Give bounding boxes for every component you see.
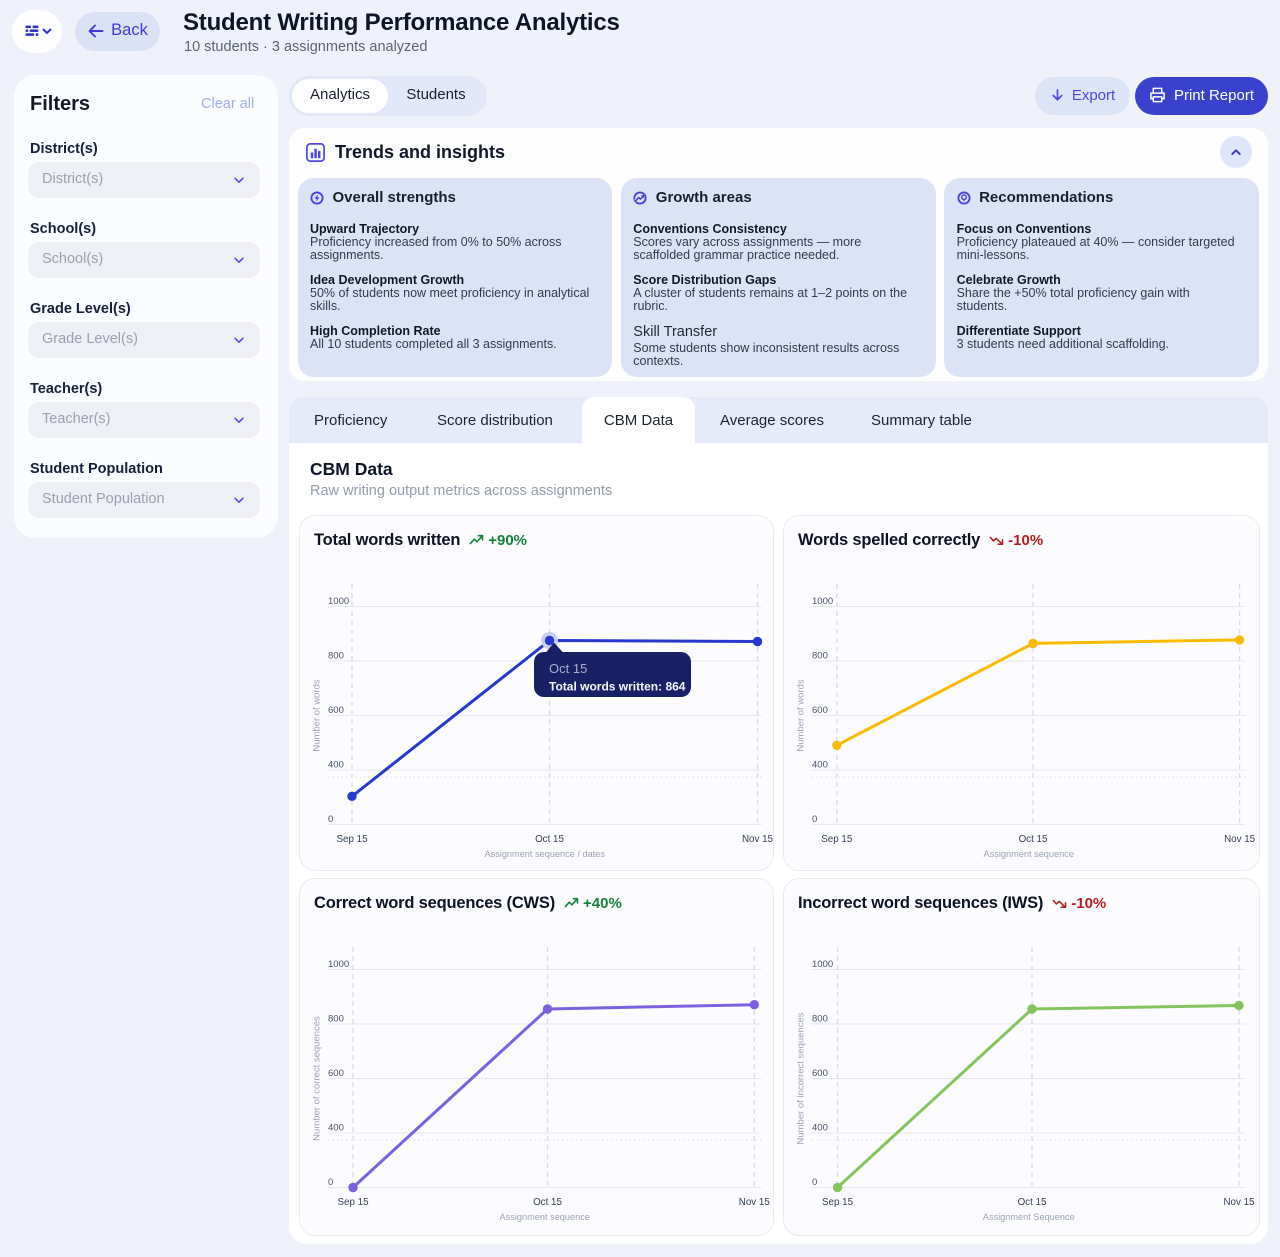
svg-text:0: 0	[328, 1177, 333, 1188]
svg-text:Assignment sequence: Assignment sequence	[984, 849, 1074, 859]
svg-text:Nov 15: Nov 15	[739, 1197, 771, 1208]
svg-text:400: 400	[812, 1123, 828, 1134]
svg-text:Assignment sequence / dates: Assignment sequence / dates	[484, 849, 605, 859]
svg-text:Assignment sequence: Assignment sequence	[500, 1212, 590, 1222]
svg-text:800: 800	[812, 651, 828, 662]
svg-text:600: 600	[812, 1068, 828, 1079]
svg-text:Oct 15: Oct 15	[1018, 1197, 1047, 1208]
svg-text:1000: 1000	[812, 596, 833, 607]
svg-text:600: 600	[328, 705, 344, 716]
svg-text:600: 600	[328, 1068, 344, 1079]
svg-text:Oct 15: Oct 15	[535, 834, 564, 845]
svg-text:1000: 1000	[812, 959, 833, 970]
svg-text:800: 800	[328, 1014, 344, 1025]
svg-text:1000: 1000	[328, 596, 349, 607]
svg-text:Number of incorrect sequences: Number of incorrect sequences	[796, 1012, 807, 1144]
svg-text:Nov 15: Nov 15	[742, 834, 774, 845]
svg-text:800: 800	[328, 651, 344, 662]
svg-text:1000: 1000	[328, 959, 349, 970]
svg-text:400: 400	[812, 760, 828, 771]
svg-text:800: 800	[812, 1014, 828, 1025]
svg-text:Sep 15: Sep 15	[822, 1197, 854, 1208]
svg-text:Oct 15: Oct 15	[549, 661, 587, 676]
svg-text:Nov 15: Nov 15	[1223, 1197, 1255, 1208]
svg-text:Total words written: 864: Total words written: 864	[549, 680, 686, 694]
svg-text:Number of correct sequences: Number of correct sequences	[312, 1016, 323, 1141]
svg-text:Sep 15: Sep 15	[336, 834, 368, 845]
svg-text:0: 0	[812, 814, 817, 825]
svg-text:400: 400	[328, 1123, 344, 1134]
svg-text:Assignment Sequence: Assignment Sequence	[983, 1212, 1075, 1222]
svg-text:0: 0	[328, 814, 333, 825]
svg-text:Nov 15: Nov 15	[1224, 834, 1256, 845]
svg-text:0: 0	[812, 1177, 817, 1188]
svg-text:600: 600	[812, 705, 828, 716]
svg-text:400: 400	[328, 760, 344, 771]
svg-text:Sep 15: Sep 15	[337, 1197, 369, 1208]
svg-text:Number of words: Number of words	[312, 679, 323, 752]
svg-text:Sep 15: Sep 15	[821, 834, 853, 845]
svg-text:Oct 15: Oct 15	[1019, 834, 1048, 845]
svg-text:Number of words: Number of words	[796, 679, 807, 752]
svg-text:Oct 15: Oct 15	[533, 1197, 562, 1208]
